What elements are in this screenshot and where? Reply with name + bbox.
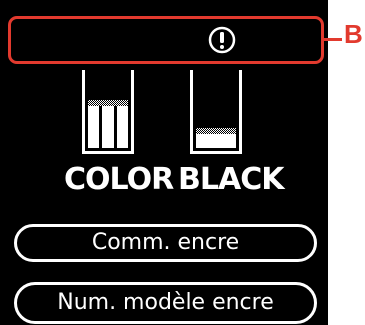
callout-leader-line [324, 38, 342, 41]
color-ink-level [88, 100, 128, 148]
ink-model-number-button[interactable]: Num. modèle encre [14, 282, 317, 324]
callout-label-b: B [344, 19, 363, 49]
black-ink-label: BLACK [178, 162, 284, 197]
exclamation-circle-icon [208, 26, 236, 54]
order-ink-button[interactable]: Comm. encre [14, 224, 317, 262]
printer-lcd-screen: COLOR BLACK Comm. encre Num. modèle encr… [0, 0, 328, 325]
black-ink-gauge [190, 70, 242, 154]
status-bar[interactable] [8, 16, 324, 64]
color-ink-gauge [82, 70, 134, 154]
color-ink-label: COLOR [64, 162, 174, 197]
black-ink-level [196, 128, 236, 148]
